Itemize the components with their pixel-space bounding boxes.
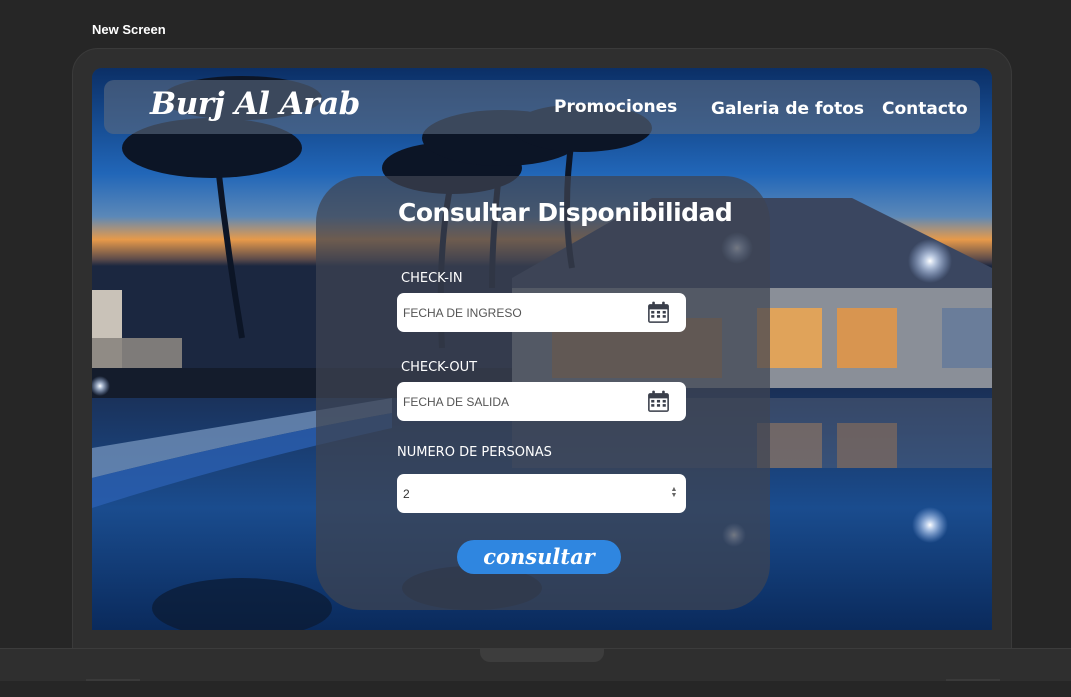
calendar-icon[interactable]: [646, 300, 671, 325]
brand-logo[interactable]: Burj Al Arab: [150, 86, 360, 122]
stepper-arrows-icon[interactable]: ▲ ▼: [670, 486, 678, 500]
checkout-input[interactable]: [403, 382, 633, 421]
guests-input[interactable]: [403, 474, 633, 513]
checkin-input[interactable]: [403, 293, 633, 332]
laptop-foot-right: [946, 679, 1000, 681]
checkout-label: CHECK-OUT: [401, 360, 478, 375]
checkin-field[interactable]: [397, 293, 686, 332]
laptop-notch: [480, 648, 604, 662]
calendar-icon[interactable]: [646, 389, 671, 414]
canvas-label: New Screen: [92, 22, 166, 37]
nav-link-contacto[interactable]: Contacto: [882, 99, 968, 119]
guests-field[interactable]: ▲▼: [397, 474, 686, 513]
checkout-field[interactable]: [397, 382, 686, 421]
guests-label: NUMERO DE PERSONAS: [397, 445, 552, 460]
form-title: Consultar Disponibilidad: [398, 198, 733, 227]
consultar-button[interactable]: consultar: [457, 540, 621, 574]
hotel-website-screen: Burj Al Arab Promociones Galeria de foto…: [92, 68, 992, 630]
laptop-foot-left: [86, 679, 140, 681]
checkin-label: CHECK-IN: [401, 271, 463, 286]
top-navbar: Burj Al Arab Promociones Galeria de foto…: [104, 80, 980, 134]
nav-link-promociones[interactable]: Promociones: [554, 97, 677, 117]
availability-form-panel: Consultar Disponibilidad CHECK-IN CHECK-…: [316, 176, 770, 610]
nav-link-galeria[interactable]: Galeria de fotos: [711, 99, 864, 119]
